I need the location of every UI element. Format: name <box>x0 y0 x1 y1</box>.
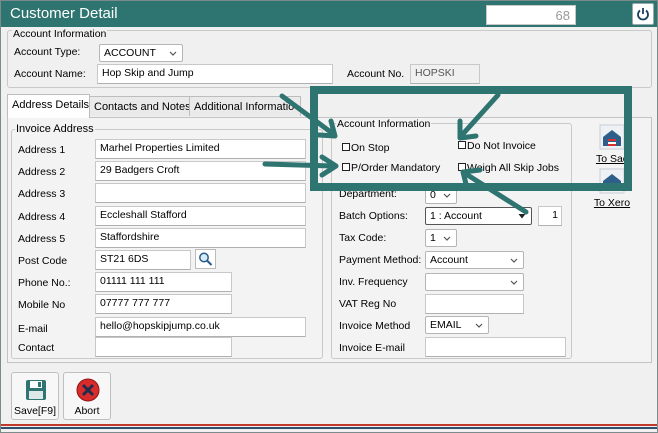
arrow-icon <box>457 92 501 141</box>
arrow-icon <box>460 167 529 215</box>
annotation-arrows <box>262 92 529 215</box>
arrow-icon <box>262 154 339 178</box>
arrow-icon <box>279 93 338 139</box>
customer-detail-window: Customer Detail 68 Account Information A… <box>0 0 658 433</box>
